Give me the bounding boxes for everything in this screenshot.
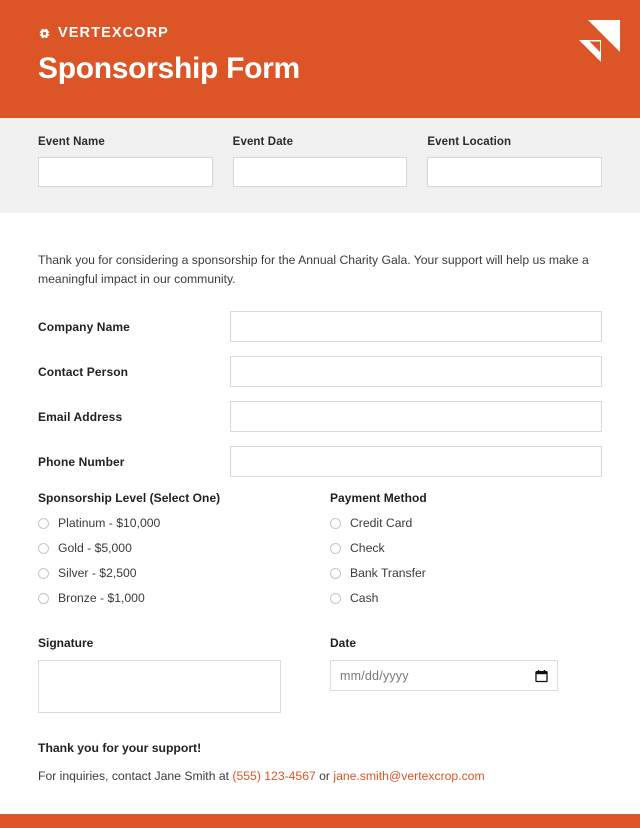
event-location-label: Event Location — [427, 136, 512, 148]
phone-number-label: Phone Number — [38, 454, 125, 469]
inquiries-prefix: For inquiries, contact Jane Smith at — [38, 769, 233, 783]
gear-icon — [38, 27, 51, 40]
sponsorship-option-label: Bronze - $1,000 — [58, 591, 145, 605]
sponsorship-option-platinum[interactable]: Platinum - $10,000 — [38, 516, 330, 530]
radio-icon[interactable] — [330, 517, 341, 529]
sponsorship-option-silver[interactable]: Silver - $2,500 — [38, 566, 330, 580]
brand: VERTEXCORP — [38, 26, 602, 41]
form-footer: Thank you for your support! For inquirie… — [0, 741, 640, 783]
sponsorship-option-gold[interactable]: Gold - $5,000 — [38, 541, 330, 555]
payment-option-label: Cash — [350, 591, 379, 605]
inquiries-conjunction: or — [315, 769, 334, 783]
radio-icon[interactable] — [330, 542, 341, 554]
intro-paragraph: Thank you for considering a sponsorship … — [38, 253, 589, 287]
signature-group: Signature — [38, 636, 330, 713]
inquiries-line: For inquiries, contact Jane Smith at (55… — [38, 769, 602, 783]
date-label: Date — [330, 636, 357, 650]
payment-option-bank-transfer[interactable]: Bank Transfer — [330, 566, 602, 580]
payment-option-cash[interactable]: Cash — [330, 591, 602, 605]
payment-method-group: Payment Method Credit Card Check Bank Tr… — [330, 491, 602, 616]
event-date-group: Event Date — [232, 136, 408, 187]
event-location-input[interactable] — [427, 157, 603, 187]
contact-person-row: Contact Person — [38, 356, 602, 387]
payment-option-check[interactable]: Check — [330, 541, 602, 555]
radio-icon[interactable] — [38, 567, 49, 579]
brand-name: VERTEXCORP — [58, 25, 169, 41]
sponsorship-option-label: Gold - $5,000 — [58, 541, 132, 555]
date-placeholder-text: mm/dd/yyyy — [340, 668, 409, 683]
payment-option-label: Credit Card — [350, 516, 413, 530]
thanks-message: Thank you for your support! — [38, 741, 202, 755]
sponsorship-option-label: Silver - $2,500 — [58, 566, 137, 580]
date-input[interactable]: mm/dd/yyyy — [330, 660, 558, 691]
event-date-label: Event Date — [232, 136, 294, 148]
contact-person-label: Contact Person — [38, 364, 129, 379]
phone-number-input[interactable] — [230, 446, 602, 477]
company-name-input[interactable] — [230, 311, 602, 342]
event-date-input[interactable] — [232, 157, 408, 187]
email-link[interactable]: jane.smith@vertexcrop.com — [333, 769, 484, 783]
radio-icon[interactable] — [330, 567, 341, 579]
contact-person-input[interactable] — [230, 356, 602, 387]
email-address-label: Email Address — [38, 409, 123, 424]
page-title: Sponsorship Form — [38, 51, 300, 85]
email-address-input[interactable] — [230, 401, 602, 432]
form-body: Thank you for considering a sponsorship … — [0, 213, 640, 713]
company-name-row: Company Name — [38, 311, 602, 342]
date-group: Date mm/dd/yyyy — [330, 636, 602, 713]
signature-label: Signature — [38, 636, 94, 650]
phone-link[interactable]: (555) 123-4567 — [232, 769, 315, 783]
event-info-band: Event Name Event Date Event Location — [0, 118, 640, 213]
phone-number-row: Phone Number — [38, 446, 602, 477]
footer-accent-bar — [0, 814, 640, 828]
event-name-label: Event Name — [38, 136, 105, 148]
radio-icon[interactable] — [38, 517, 49, 529]
radio-icon[interactable] — [38, 542, 49, 554]
company-name-label: Company Name — [38, 319, 130, 334]
payment-option-label: Bank Transfer — [350, 566, 426, 580]
calendar-icon[interactable] — [535, 669, 548, 682]
email-address-row: Email Address — [38, 401, 602, 432]
event-name-input[interactable] — [38, 157, 213, 187]
payment-option-credit-card[interactable]: Credit Card — [330, 516, 602, 530]
event-name-group: Event Name — [38, 136, 213, 187]
sponsorship-level-group: Sponsorship Level (Select One) Platinum … — [38, 491, 330, 616]
sponsorship-option-label: Platinum - $10,000 — [58, 516, 161, 530]
event-location-group: Event Location — [427, 136, 603, 187]
payment-option-label: Check — [350, 541, 385, 555]
sponsorship-level-title: Sponsorship Level (Select One) — [38, 491, 221, 505]
choice-groups: Sponsorship Level (Select One) Platinum … — [38, 491, 602, 616]
signature-date-section: Signature Date mm/dd/yyyy — [38, 636, 602, 713]
radio-icon[interactable] — [330, 592, 341, 604]
signature-canvas[interactable] — [38, 660, 281, 713]
payment-method-title: Payment Method — [330, 491, 427, 505]
sponsorship-option-bronze[interactable]: Bronze - $1,000 — [38, 591, 330, 605]
triangle-logo-mark-icon — [576, 18, 622, 64]
page-header: VERTEXCORP Sponsorship Form — [0, 0, 640, 118]
radio-icon[interactable] — [38, 592, 49, 604]
